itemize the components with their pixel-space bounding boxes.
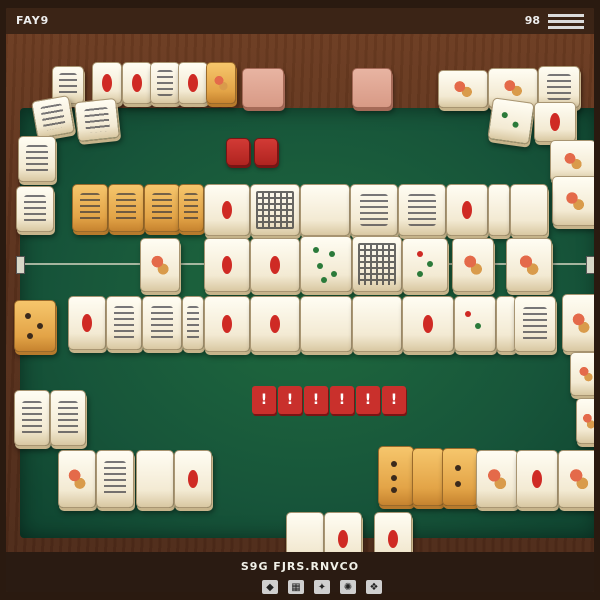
- tile[interactable]: [506, 238, 552, 292]
- top-bar: FAY9 98: [6, 8, 594, 34]
- tile[interactable]: [442, 448, 478, 506]
- tile[interactable]: [178, 184, 204, 232]
- tile[interactable]: [510, 184, 548, 236]
- tile[interactable]: [174, 450, 212, 508]
- menu-icon[interactable]: [548, 14, 584, 29]
- tile[interactable]: [412, 448, 444, 506]
- tile[interactable]: [438, 70, 488, 108]
- tile[interactable]: [108, 184, 144, 232]
- tile[interactable]: [30, 94, 76, 140]
- red-tile-6[interactable]: !: [382, 386, 406, 414]
- tile-back: [242, 68, 284, 108]
- tile-red[interactable]: [226, 138, 250, 166]
- tile[interactable]: [352, 236, 402, 292]
- action-icon-2[interactable]: ▦: [288, 580, 304, 594]
- tile[interactable]: [250, 184, 300, 236]
- tile[interactable]: [140, 238, 180, 292]
- tile[interactable]: [378, 446, 414, 506]
- tile[interactable]: [250, 296, 300, 352]
- red-tile-4[interactable]: !: [330, 386, 354, 414]
- rail-cap-right: [586, 256, 594, 274]
- tile[interactable]: [487, 97, 535, 145]
- tile[interactable]: [14, 390, 50, 446]
- red-tile-1[interactable]: !: [252, 386, 276, 414]
- red-tile-2[interactable]: !: [278, 386, 302, 414]
- tile[interactable]: [144, 184, 180, 232]
- action-icon-5[interactable]: ❖: [366, 580, 382, 594]
- tile[interactable]: [142, 296, 182, 350]
- tile[interactable]: [576, 398, 594, 444]
- tile[interactable]: [558, 450, 594, 508]
- discard-pair: [226, 138, 278, 166]
- tile-red[interactable]: [254, 138, 278, 166]
- tile-back: [352, 68, 392, 108]
- action-icon-4[interactable]: ✺: [340, 580, 356, 594]
- tile[interactable]: [136, 450, 174, 508]
- red-tile-5[interactable]: !: [356, 386, 380, 414]
- tile[interactable]: [96, 450, 134, 508]
- action-icon-1[interactable]: ◆: [262, 580, 278, 594]
- tile[interactable]: [106, 296, 142, 350]
- tile[interactable]: [300, 296, 352, 352]
- tile[interactable]: [204, 296, 250, 352]
- status-text: S9G FJRS.RNVCO: [240, 560, 360, 573]
- center-red-tiles: ! ! ! ! ! !: [252, 386, 406, 414]
- tile[interactable]: [68, 296, 106, 350]
- action-icons: ◆ ▦ ✦ ✺ ❖: [262, 580, 382, 594]
- tile[interactable]: [206, 62, 236, 104]
- tile[interactable]: [92, 62, 122, 104]
- tile[interactable]: [16, 186, 54, 232]
- tile[interactable]: [516, 450, 558, 508]
- tile[interactable]: [250, 238, 300, 292]
- tile[interactable]: [514, 296, 556, 352]
- tile[interactable]: [204, 238, 250, 292]
- tile[interactable]: [476, 450, 518, 508]
- action-icon-3[interactable]: ✦: [314, 580, 330, 594]
- tile[interactable]: [74, 97, 120, 143]
- tile[interactable]: [300, 236, 352, 292]
- tile[interactable]: [496, 296, 516, 352]
- tile[interactable]: [350, 184, 398, 236]
- tile[interactable]: [150, 62, 180, 104]
- tile[interactable]: [402, 238, 448, 292]
- game-window: FAY9 98 ! ! ! ! ! !: [6, 8, 594, 592]
- tile[interactable]: [454, 296, 496, 352]
- tile[interactable]: [122, 62, 152, 104]
- tile[interactable]: [50, 390, 86, 446]
- tile[interactable]: [58, 450, 96, 508]
- tile[interactable]: [18, 136, 56, 182]
- red-tile-3[interactable]: !: [304, 386, 328, 414]
- tile[interactable]: [72, 184, 108, 232]
- rail-cap-left: [16, 256, 25, 274]
- tile[interactable]: [204, 184, 250, 236]
- tile[interactable]: [14, 300, 56, 352]
- tile[interactable]: [488, 184, 510, 236]
- tile[interactable]: [562, 294, 594, 352]
- tile[interactable]: [402, 296, 454, 352]
- tile[interactable]: [352, 296, 402, 352]
- tile[interactable]: [534, 102, 576, 142]
- tile[interactable]: [452, 238, 494, 292]
- tile[interactable]: [570, 352, 594, 396]
- tile[interactable]: [552, 176, 594, 226]
- tile[interactable]: [182, 296, 204, 350]
- tile[interactable]: [178, 62, 208, 104]
- tile[interactable]: [300, 184, 350, 236]
- tile[interactable]: [398, 184, 446, 236]
- tile[interactable]: [446, 184, 488, 236]
- score-display: 98: [524, 14, 540, 27]
- game-title: FAY9: [16, 14, 50, 27]
